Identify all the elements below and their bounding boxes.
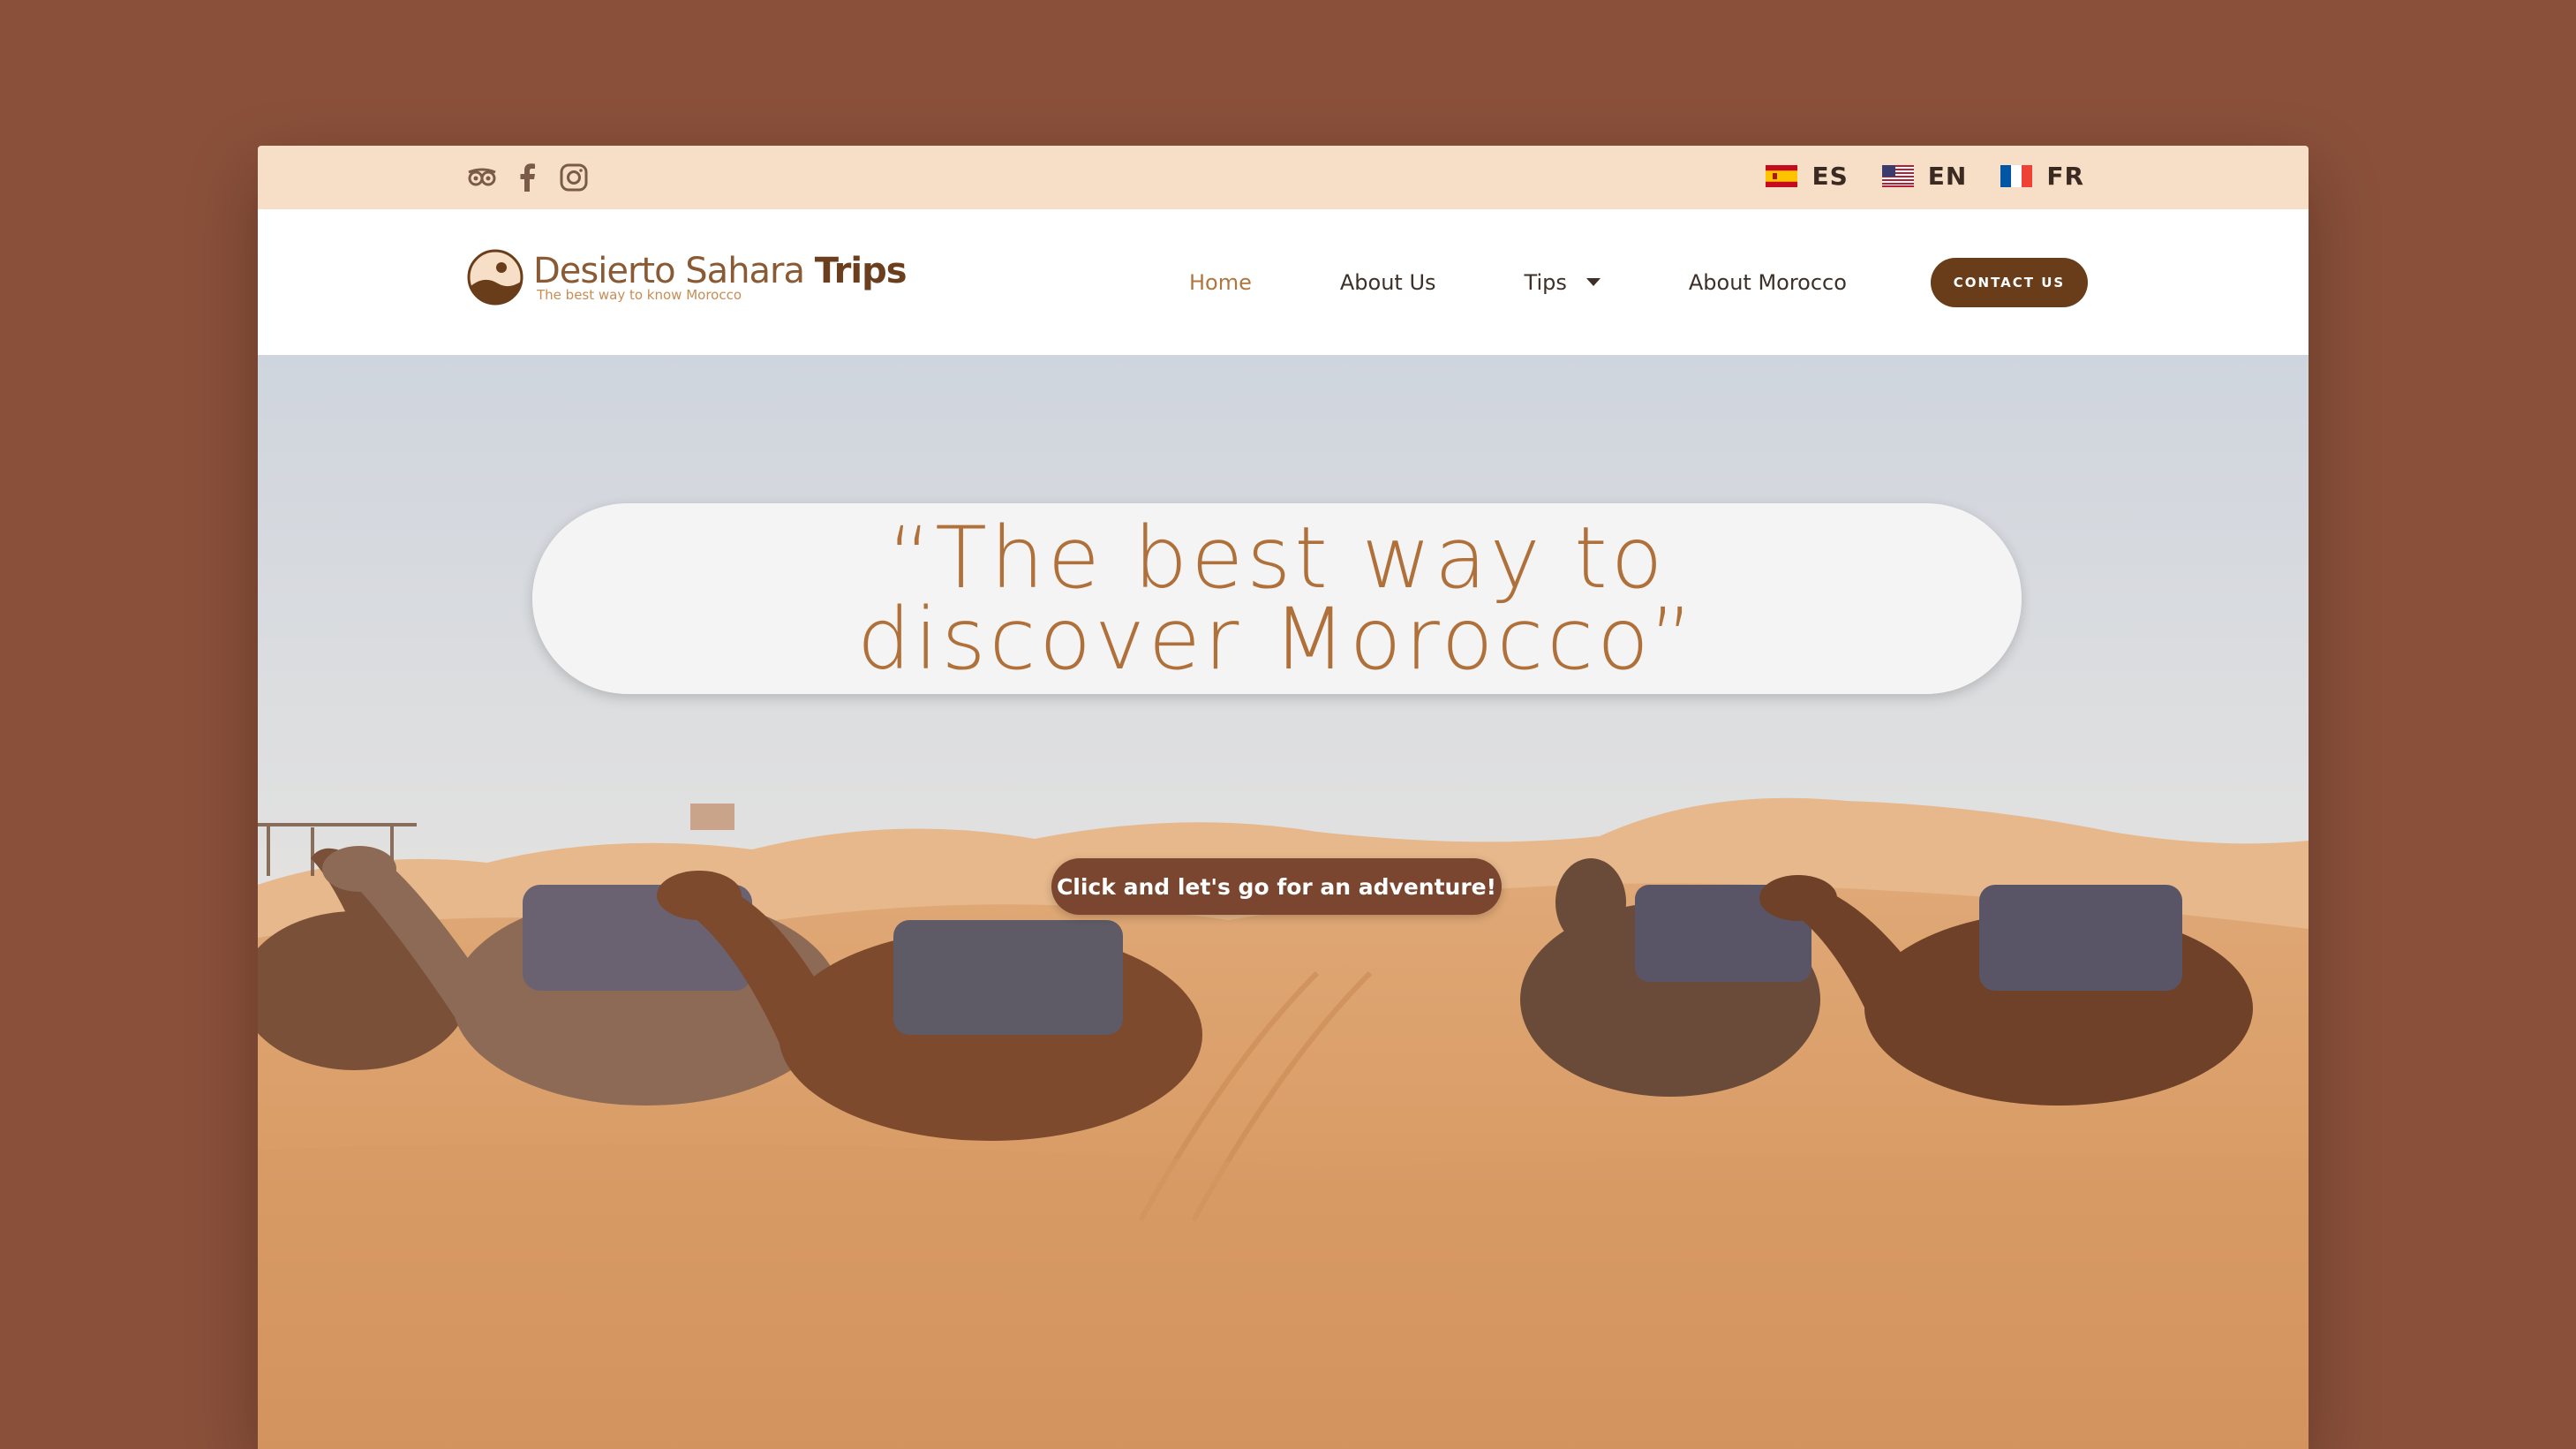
hero-section: “The best way to discover Morocco” Click… [258,355,2309,1449]
lang-code: EN [1927,162,1968,191]
tripadvisor-icon[interactable] [466,162,498,193]
nav-about-us[interactable]: About Us [1340,270,1436,295]
spain-flag-icon [1766,165,1798,187]
logo-name: Desierto Sahara Trips [533,251,908,291]
lang-code: ES [1811,162,1849,191]
instagram-icon[interactable] [558,162,590,193]
nav-about-morocco[interactable]: About Morocco [1689,270,1847,295]
lang-es[interactable]: ES [1766,162,1848,191]
facebook-icon[interactable] [512,162,544,193]
hero-quote: “The best way to discover Morocco” [856,509,1698,689]
nav-tips[interactable]: Tips [1525,270,1601,295]
france-flag-icon [2000,165,2033,187]
main-nav: Home About Us Tips About Morocco [1189,209,1935,355]
browser-window: ES EN FR Desierto Sahara Trips The best … [258,146,2309,1449]
adventure-cta-button[interactable]: Click and let's go for an adventure! [1051,858,1502,915]
site-logo[interactable]: Desierto Sahara Trips The best way to kn… [466,248,908,306]
lang-fr[interactable]: FR [2000,162,2084,191]
top-bar: ES EN FR [258,146,2309,209]
logo-tagline: The best way to know Morocco [537,287,742,303]
site-header: Desierto Sahara Trips The best way to kn… [258,209,2309,355]
lang-en[interactable]: EN [1881,162,1968,191]
usa-flag-icon [1881,165,1914,187]
caret-down-icon [1586,278,1601,286]
nav-home[interactable]: Home [1189,270,1252,295]
hero-quote-box: “The best way to discover Morocco” [532,503,2022,694]
desert-sun-logo-icon [467,249,523,306]
lang-code: FR [2046,162,2084,191]
language-switcher: ES EN FR [1766,162,2084,191]
social-links [466,162,590,193]
contact-us-button[interactable]: CONTACT US [1931,258,2088,307]
